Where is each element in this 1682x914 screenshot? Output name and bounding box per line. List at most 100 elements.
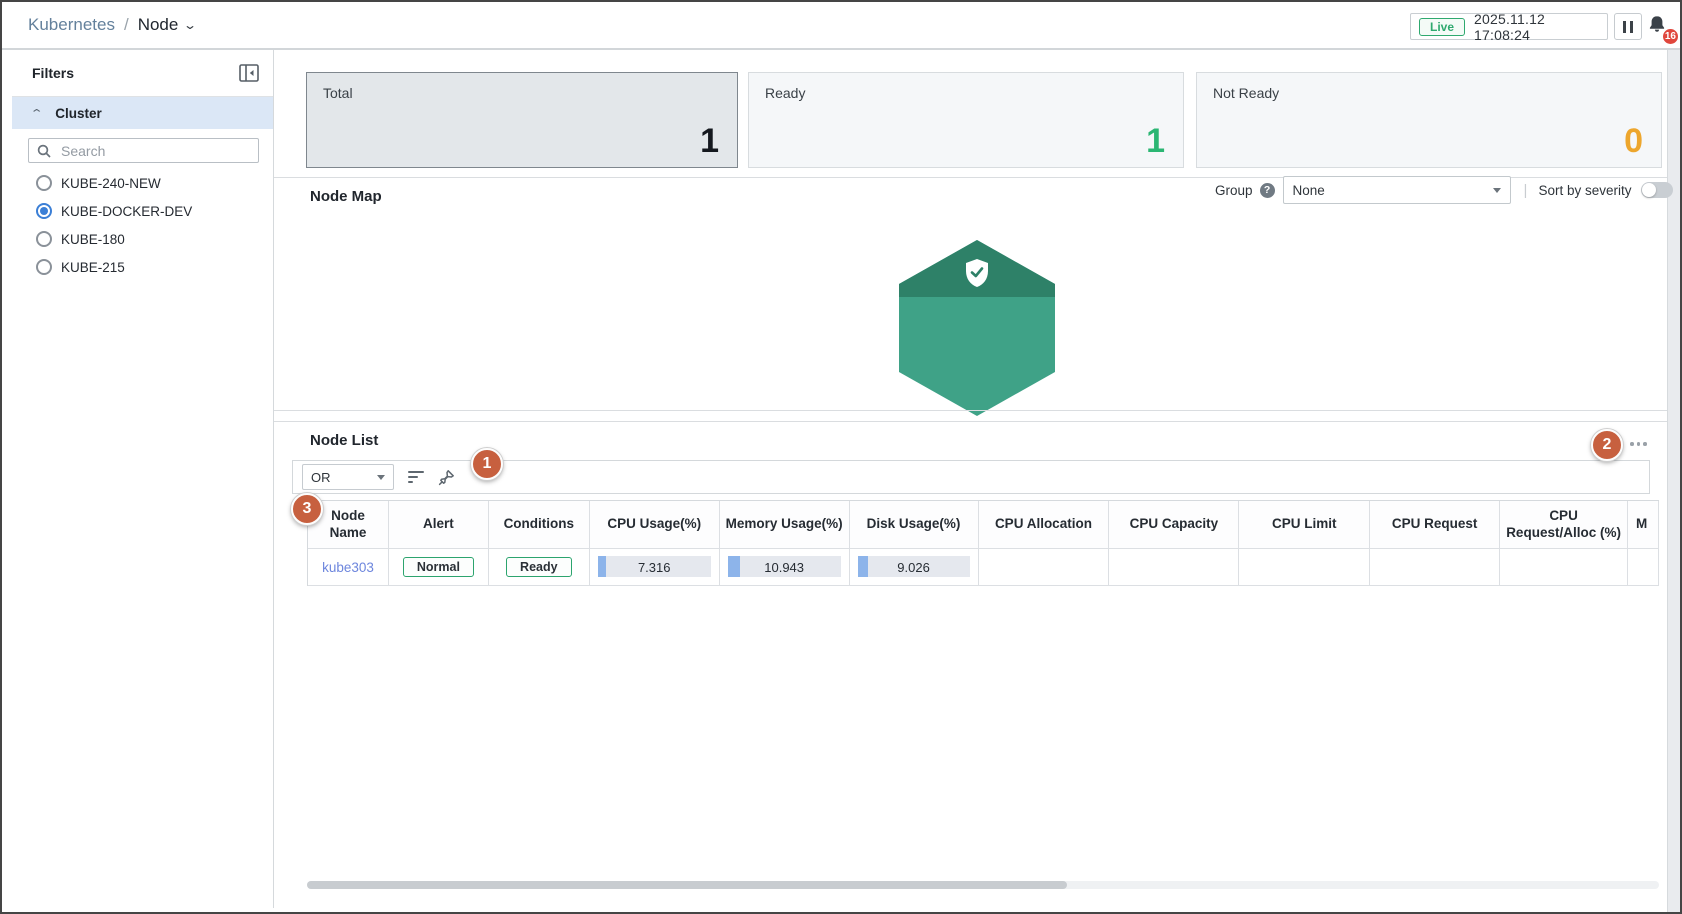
cluster-option-kube-215[interactable]: KUBE-215 (12, 253, 273, 281)
cell-cpu-request (1370, 549, 1500, 586)
radio-icon (36, 231, 52, 247)
annotation-1: 1 (471, 448, 503, 480)
breadcrumb: Kubernetes / Node ⌄ (28, 2, 195, 48)
card-ready[interactable]: Ready 1 (748, 72, 1184, 168)
card-label: Total (323, 85, 353, 101)
cell-alert: Normal (389, 549, 489, 586)
cell-cpu-capacity (1109, 549, 1239, 586)
cluster-option-kube-docker-dev[interactable]: KUBE-DOCKER-DEV (12, 197, 273, 225)
scrollbar-thumb[interactable] (307, 881, 1067, 889)
breadcrumb-app[interactable]: Kubernetes (28, 15, 115, 35)
radio-icon (36, 175, 52, 191)
table-row: kube303 Normal Ready 7.316 10.943 9.026 (308, 549, 1659, 586)
col-conditions[interactable]: Conditions (489, 501, 590, 549)
kubernetes-node-dashboard: Kubernetes / Node ⌄ Live 2025.11.12 17:0… (0, 0, 1682, 914)
alert-badge: Normal (403, 557, 474, 577)
search-input[interactable] (59, 142, 250, 160)
divider (274, 410, 1667, 411)
breadcrumb-current[interactable]: Node (138, 15, 179, 35)
node-map-controls: Group ? None | Sort by severity (1215, 176, 1673, 204)
col-cpu-limit[interactable]: CPU Limit (1239, 501, 1370, 549)
node-link[interactable]: kube303 (322, 560, 374, 575)
sort-by-severity-label: Sort by severity (1538, 183, 1631, 198)
card-value: 1 (1146, 122, 1165, 161)
table-header-row: Node Name Alert Conditions CPU Usage(%) … (308, 501, 1659, 549)
cluster-option-kube-240-new[interactable]: KUBE-240-NEW (12, 169, 273, 197)
live-badge: Live (1419, 18, 1465, 36)
help-icon[interactable]: ? (1260, 183, 1275, 198)
radio-icon (36, 259, 52, 275)
memory-usage-value: 10.943 (764, 560, 804, 575)
col-cpu-allocation[interactable]: CPU Allocation (979, 501, 1110, 549)
usage-bar-fill (728, 556, 740, 577)
filter-operator-select[interactable]: OR (302, 464, 394, 490)
annotation-2: 2 (1591, 429, 1623, 461)
cell-cpu-request-alloc (1500, 549, 1628, 586)
cell-cpu-allocation (979, 549, 1110, 586)
card-value: 0 (1624, 122, 1643, 161)
breadcrumb-separator: / (124, 15, 129, 35)
radio-icon-selected (36, 203, 52, 219)
live-time-box[interactable]: Live 2025.11.12 17:08:24 (1410, 13, 1608, 40)
disk-usage-value: 9.026 (897, 560, 930, 575)
cpu-usage-value: 7.316 (638, 560, 671, 575)
usage-bar-fill (598, 556, 606, 577)
collapse-panel-icon[interactable] (239, 64, 259, 82)
notification-count-badge: 16 (1662, 28, 1679, 45)
col-memory-usage[interactable]: Memory Usage(%) (720, 501, 850, 549)
cluster-search[interactable] (28, 138, 259, 163)
filters-title: Filters (32, 65, 74, 81)
annotation-3: 3 (291, 493, 323, 525)
col-cpu-capacity[interactable]: CPU Capacity (1109, 501, 1239, 549)
cell-cpu-usage: 7.316 (590, 549, 720, 586)
search-icon (37, 144, 51, 158)
node-list-table: Node Name Alert Conditions CPU Usage(%) … (307, 500, 1659, 586)
sort-by-severity-toggle[interactable] (1641, 182, 1673, 198)
card-not-ready[interactable]: Not Ready 0 (1196, 72, 1662, 168)
card-total[interactable]: Total 1 (306, 72, 738, 168)
filter-lines-icon[interactable] (408, 469, 426, 485)
group-select[interactable]: None (1283, 176, 1511, 204)
cell-node-name: kube303 (308, 549, 389, 586)
cluster-option-label: KUBE-240-NEW (61, 176, 161, 191)
cell-clipped (1628, 549, 1659, 586)
filters-sidebar: Filters ⌃ Cluster KUBE-240-NEW (12, 50, 274, 908)
group-label: Group (1215, 183, 1253, 198)
cell-cpu-limit (1239, 549, 1370, 586)
group-select-value: None (1293, 183, 1325, 198)
top-bar: Kubernetes / Node ⌄ Live 2025.11.12 17:0… (2, 2, 1680, 50)
cluster-option-label: KUBE-DOCKER-DEV (61, 204, 192, 219)
section-label: Cluster (55, 106, 102, 121)
col-cpu-request-alloc[interactable]: CPU Request/Alloc (%) (1500, 501, 1628, 549)
col-disk-usage[interactable]: Disk Usage(%) (850, 501, 979, 549)
usage-bar-fill (858, 556, 868, 577)
col-cpu-request[interactable]: CPU Request (1370, 501, 1500, 549)
chevron-up-icon: ⌃ (30, 107, 44, 120)
col-alert[interactable]: Alert (389, 501, 489, 549)
notification-bell[interactable]: 16 (1645, 13, 1675, 43)
node-map-title: Node Map (310, 188, 382, 205)
divider: | (1524, 182, 1528, 199)
pause-button[interactable] (1614, 13, 1642, 40)
divider (274, 421, 1667, 422)
card-label: Ready (765, 85, 805, 101)
filters-header: Filters (12, 50, 273, 97)
chevron-down-icon (377, 475, 385, 480)
cell-conditions: Ready (489, 549, 590, 586)
col-cpu-usage[interactable]: CPU Usage(%) (590, 501, 720, 549)
cluster-option-kube-180[interactable]: KUBE-180 (12, 225, 273, 253)
filter-operator-value: OR (311, 470, 331, 485)
chevron-down-icon (1493, 188, 1501, 193)
sidebar-section-cluster[interactable]: ⌃ Cluster (12, 97, 273, 129)
card-label: Not Ready (1213, 85, 1279, 101)
horizontal-scrollbar[interactable] (307, 881, 1659, 889)
conditions-badge: Ready (506, 557, 572, 577)
cluster-option-label: KUBE-215 (61, 260, 125, 275)
node-hexagon[interactable] (899, 240, 1055, 416)
node-list-title: Node List (310, 432, 378, 449)
cell-memory-usage: 10.943 (720, 549, 850, 586)
pin-icon[interactable] (438, 469, 455, 486)
chevron-down-icon[interactable]: ⌄ (183, 18, 197, 32)
col-clipped[interactable]: M (1628, 501, 1659, 549)
more-options-button[interactable] (1630, 437, 1652, 451)
